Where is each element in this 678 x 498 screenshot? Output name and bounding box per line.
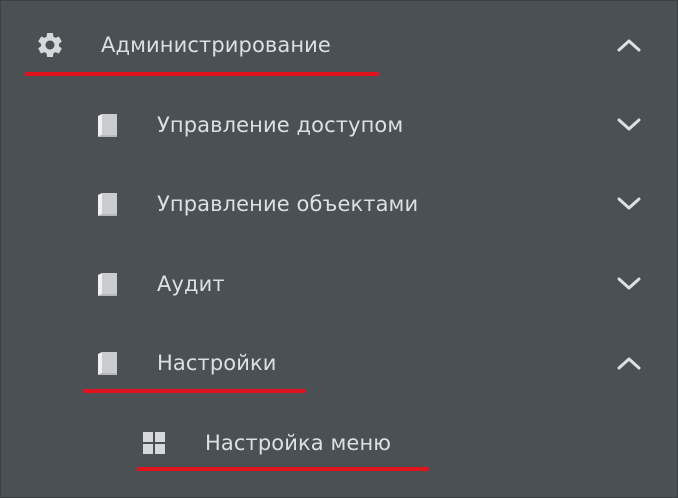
chevron-down-icon[interactable]: [615, 274, 643, 294]
menu-item-administration[interactable]: Администрирование: [1, 17, 677, 73]
navigation-menu: Администрирование Управление доступом Уп…: [0, 0, 678, 498]
chevron-up-icon[interactable]: [615, 35, 643, 55]
chevron-down-icon[interactable]: [615, 115, 643, 135]
menu-item-label: Аудит: [157, 272, 225, 296]
book-icon: [93, 110, 123, 140]
menu-subitem-menu-settings[interactable]: Настройка меню: [1, 415, 677, 471]
menu-item-label: Настройка меню: [205, 431, 392, 455]
gear-icon: [35, 30, 65, 60]
book-icon: [93, 269, 123, 299]
menu-item-label: Управление объектами: [157, 192, 419, 216]
menu-item-audit[interactable]: Аудит: [1, 256, 677, 312]
menu-item-label: Управление доступом: [157, 113, 404, 137]
menu-item-label: Настройки: [157, 351, 277, 375]
book-icon: [93, 189, 123, 219]
book-icon: [93, 348, 123, 378]
menu-item-settings[interactable]: Настройки: [1, 335, 677, 391]
menu-item-object-management[interactable]: Управление объектами: [1, 176, 677, 232]
chevron-down-icon[interactable]: [615, 194, 643, 214]
highlight-underline: [83, 389, 306, 393]
chevron-up-icon[interactable]: [615, 353, 643, 373]
menu-item-access-management[interactable]: Управление доступом: [1, 97, 677, 153]
menu-item-label: Администрирование: [101, 33, 331, 57]
highlight-underline: [137, 467, 429, 471]
highlight-underline: [25, 72, 379, 76]
grid-icon: [141, 430, 167, 456]
